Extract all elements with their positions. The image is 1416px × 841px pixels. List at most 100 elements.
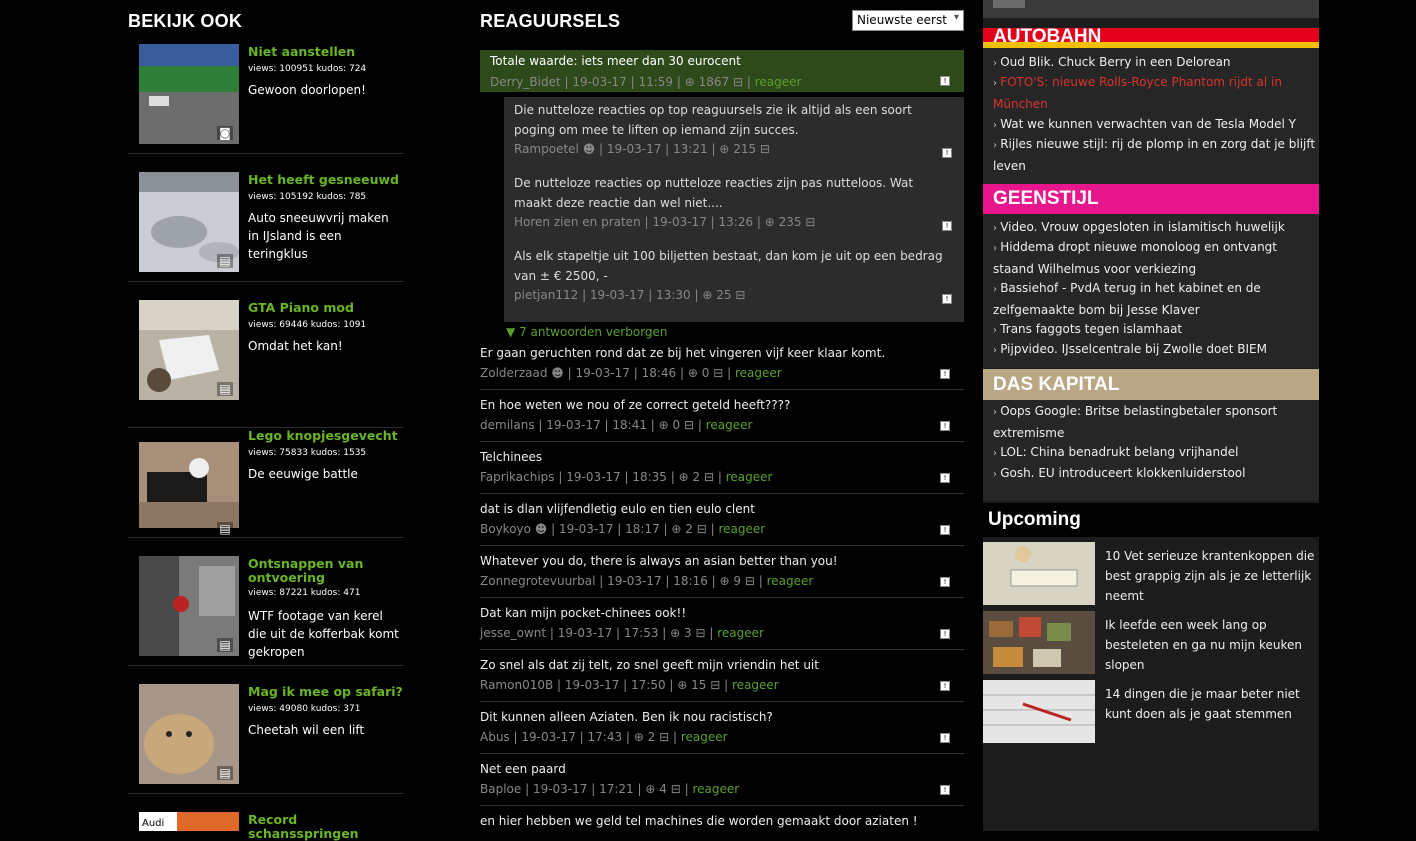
comment-user[interactable]: Ramon010B [480, 678, 553, 692]
vote-up-icon[interactable]: ⊕ [677, 678, 687, 692]
feed-item[interactable]: › LOL: China benadrukt belang vrijhandel [993, 442, 1319, 464]
upcoming-title[interactable]: Ik leefde een week lang op besteleten en… [1105, 615, 1319, 675]
vote-down-icon[interactable]: ⊟ [710, 678, 720, 692]
feed-item[interactable]: › Oud Blik. Chuck Berry in een Delorean [993, 52, 1319, 74]
vote-up-icon[interactable]: ⊕ [702, 288, 712, 302]
upcoming-title[interactable]: 14 dingen die je maar beter niet kunt do… [1105, 684, 1319, 724]
upcoming-thumbnail[interactable] [983, 680, 1095, 743]
reply-link[interactable]: reageer [726, 470, 773, 484]
vote-up-icon[interactable]: ⊕ [670, 626, 680, 640]
video-thumbnail[interactable]: ▤ [139, 442, 239, 542]
feed-item[interactable]: › Gosh. EU introduceert klokkenluidersto… [993, 463, 1319, 485]
feed-item[interactable]: › Bassiehof - PvdA terug in het kabinet … [993, 278, 1319, 320]
video-item[interactable]: ▤ GTA Piano mod views: 69446 kudos: 1091… [128, 300, 404, 428]
vote-down-icon[interactable]: ⊟ [735, 288, 745, 302]
reply-link[interactable]: reageer [735, 366, 782, 380]
report-flag-icon[interactable]: ! [940, 369, 950, 379]
vote-down-icon[interactable]: ⊟ [697, 522, 707, 536]
video-title[interactable]: Het heeft gesneeuwd [248, 173, 404, 187]
reply-link[interactable]: reageer [717, 626, 764, 640]
report-flag-icon[interactable]: ! [942, 148, 952, 158]
top-banner[interactable] [983, 0, 1319, 18]
vote-up-icon[interactable]: ⊕ [765, 215, 775, 229]
geenstijl-heading[interactable]: GEENSTIJL [983, 184, 1319, 214]
report-flag-icon[interactable]: ! [940, 577, 950, 587]
comment-user[interactable]: Zolderzaad [480, 366, 547, 380]
reply-user[interactable]: Horen zien en praten [514, 215, 641, 229]
reply-link[interactable]: reageer [718, 522, 765, 536]
comment-user[interactable]: Abus [480, 730, 510, 744]
reply-link[interactable]: reageer [681, 730, 728, 744]
reply-user[interactable]: Rampoetel [514, 142, 579, 156]
reply-link[interactable]: reageer [732, 678, 779, 692]
vote-down-icon[interactable]: ⊟ [733, 75, 743, 89]
vote-up-icon[interactable]: ⊕ [720, 574, 730, 588]
vote-up-icon[interactable]: ⊕ [671, 522, 681, 536]
feed-item[interactable]: › Pijpvideo. IJsselcentrale bij Zwolle d… [993, 339, 1319, 361]
video-thumbnail[interactable]: Audi [139, 812, 239, 831]
sort-select[interactable]: Nieuwste eerst ▾ [852, 10, 964, 31]
report-flag-icon[interactable]: ! [940, 733, 950, 743]
video-item[interactable]: ▤ Lego knopjesgevecht views: 75833 kudos… [128, 428, 404, 556]
video-title[interactable]: Niet aanstellen [248, 45, 404, 59]
vote-down-icon[interactable]: ⊟ [671, 782, 681, 796]
feed-item[interactable]: › Hiddema dropt nieuwe monoloog en ontva… [993, 237, 1319, 279]
feed-item[interactable]: › FOTO'S: nieuwe Rolls-Royce Phantom rij… [993, 72, 1319, 114]
feed-item[interactable]: › Oops Google: Britse belastingbetaler s… [993, 401, 1319, 443]
comment-user[interactable]: Baploe [480, 782, 521, 796]
vote-down-icon[interactable]: ⊟ [696, 626, 706, 640]
reply-link[interactable]: reageer [767, 574, 814, 588]
reply-user[interactable]: pietjan112 [514, 288, 578, 302]
vote-up-icon[interactable]: ⊕ [719, 142, 729, 156]
report-flag-icon[interactable]: ! [940, 473, 950, 483]
video-item[interactable]: ◙ Niet aanstellen views: 100951 kudos: 7… [128, 44, 404, 154]
comment-user[interactable]: Derry_Bidet [490, 75, 561, 89]
feed-item[interactable]: › Rijles nieuwe stijl: rij de plomp in e… [993, 134, 1319, 176]
report-flag-icon[interactable]: ! [942, 294, 952, 304]
report-flag-icon[interactable]: ! [940, 629, 950, 639]
vote-down-icon[interactable]: ⊟ [713, 366, 723, 380]
comment-user[interactable]: Faprikachips [480, 470, 555, 484]
reply-link[interactable]: reageer [706, 418, 753, 432]
upcoming-title[interactable]: 10 Vet serieuze krantenkoppen die best g… [1105, 546, 1319, 606]
video-item[interactable]: Audi Record schansspringen [128, 812, 404, 841]
vote-down-icon[interactable]: ⊟ [659, 730, 669, 744]
vote-down-icon[interactable]: ⊟ [760, 142, 770, 156]
report-flag-icon[interactable]: ! [940, 76, 950, 86]
video-thumbnail[interactable]: ▤ [139, 300, 239, 400]
video-thumbnail[interactable]: ▤ [139, 556, 239, 656]
vote-down-icon[interactable]: ⊟ [805, 215, 815, 229]
daskapital-heading[interactable]: DAS KAPITAL [983, 369, 1319, 400]
autobahn-heading[interactable]: AUTOBAHN [983, 27, 1319, 48]
video-item[interactable]: ▤ Het heeft gesneeuwd views: 105192 kudo… [128, 172, 404, 282]
vote-down-icon[interactable]: ⊟ [684, 418, 694, 432]
video-thumbnail[interactable]: ▤ [139, 172, 239, 272]
reply-link[interactable]: reageer [755, 75, 802, 89]
report-flag-icon[interactable]: ! [942, 221, 952, 231]
comment-user[interactable]: Boykoyo [480, 522, 531, 536]
feed-item[interactable]: › Video. Vrouw opgesloten in islamitisch… [993, 217, 1319, 239]
report-flag-icon[interactable]: ! [940, 421, 950, 431]
video-title[interactable]: Lego knopjesgevecht [248, 429, 404, 443]
video-item[interactable]: ▤ Ontsnappen van ontvoering views: 87221… [128, 556, 404, 666]
feed-item[interactable]: › Wat we kunnen verwachten van de Tesla … [993, 114, 1319, 136]
comment-user[interactable]: Zonnegrotevuurbal [480, 574, 595, 588]
video-thumbnail[interactable]: ◙ [139, 44, 239, 144]
vote-up-icon[interactable]: ⊕ [634, 730, 644, 744]
vote-up-icon[interactable]: ⊕ [679, 470, 689, 484]
vote-up-icon[interactable]: ⊕ [645, 782, 655, 796]
comment-user[interactable]: jesse_ownt [480, 626, 546, 640]
video-item[interactable]: ▤ Mag ik mee op safari? views: 49080 kud… [128, 684, 404, 794]
show-hidden-replies-link[interactable]: ▼ 7 antwoorden verborgen [506, 325, 668, 339]
report-flag-icon[interactable]: ! [940, 681, 950, 691]
video-title[interactable]: Ontsnappen van ontvoering [248, 557, 404, 585]
video-title[interactable]: GTA Piano mod [248, 301, 404, 315]
vote-up-icon[interactable]: ⊕ [685, 75, 695, 89]
report-flag-icon[interactable]: ! [940, 785, 950, 795]
video-title[interactable]: Record schansspringen [248, 813, 404, 841]
report-flag-icon[interactable]: ! [940, 525, 950, 535]
feed-item[interactable]: › Trans faggots tegen islamhaat [993, 319, 1319, 341]
comment-user[interactable]: demilans [480, 418, 535, 432]
vote-down-icon[interactable]: ⊟ [745, 574, 755, 588]
reply-link[interactable]: reageer [692, 782, 739, 796]
